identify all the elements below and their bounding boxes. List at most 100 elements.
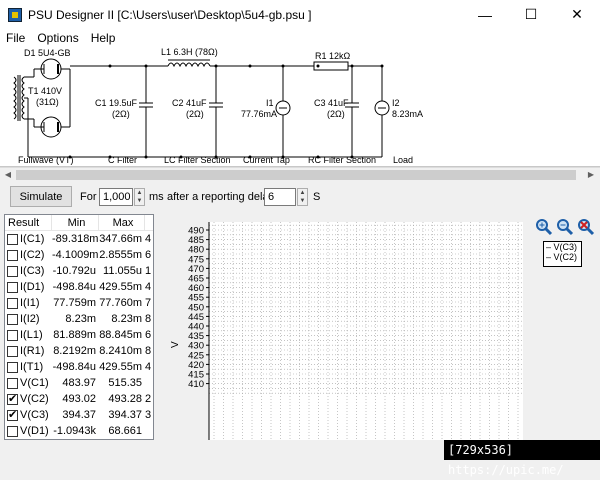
close-button[interactable]: ✕	[554, 0, 600, 29]
label-c1-res: (2Ω)	[112, 109, 130, 119]
row-extra: 3	[145, 409, 152, 421]
row-extra: 6	[145, 249, 152, 261]
row-max: 8.2410m	[99, 345, 142, 357]
row-max: 68.661	[108, 425, 142, 437]
row-extra: 7	[145, 297, 152, 309]
zoom-out-icon[interactable]	[556, 218, 574, 236]
row-extra: 6	[145, 329, 152, 341]
table-row[interactable]: I(I2) 8.23m 8.23m 8	[5, 311, 153, 327]
label-d1: D1 5U4-GB	[24, 48, 71, 58]
spin-down-icon[interactable]: ▼	[135, 197, 144, 205]
row-min: 483.97	[62, 377, 96, 389]
for-label: For	[80, 191, 97, 203]
label-c3-res: (2Ω)	[327, 109, 345, 119]
col-min[interactable]: Min	[52, 215, 99, 230]
row-checkbox[interactable]	[7, 233, 18, 245]
table-row[interactable]: V(C2) 493.02 493.282	[5, 391, 153, 407]
table-row[interactable]: I(R1) 8.2192m 8.2410m 8	[5, 343, 153, 359]
delay-spinner[interactable]: ▲ ▼	[297, 188, 308, 206]
delay-input[interactable]: 6	[264, 188, 296, 206]
row-min: -498.84u	[52, 281, 96, 293]
row-checkbox[interactable]	[7, 281, 18, 293]
row-min: 77.759m	[53, 297, 96, 309]
spin-down-icon[interactable]: ▼	[298, 197, 307, 205]
row-checkbox[interactable]	[7, 345, 18, 357]
zoom-in-icon[interactable]	[535, 218, 553, 236]
row-min: -4.1009m	[52, 249, 99, 261]
row-checkbox[interactable]	[7, 329, 18, 341]
row-extra: 2	[145, 393, 152, 405]
row-checkbox[interactable]	[7, 361, 18, 373]
label-c3: C3 41uF	[314, 98, 349, 108]
label-i1: I1	[266, 98, 274, 108]
watermark-badge: [729x536] https://upic.me/	[444, 440, 600, 477]
col-max[interactable]: Max	[99, 215, 145, 230]
menu-options[interactable]: Options	[31, 31, 84, 45]
table-row[interactable]: I(I1) 77.759m 77.760m 7	[5, 295, 153, 311]
table-row[interactable]: I(C1) -89.318m 347.66m 4	[5, 231, 153, 247]
label-i2-value: 8.23mA	[392, 109, 423, 119]
row-name: I(C2)	[20, 249, 45, 261]
row-checkbox[interactable]	[7, 297, 18, 309]
row-name: I(D1)	[20, 281, 45, 293]
scroll-right-icon[interactable]: ▶	[584, 169, 598, 181]
table-row[interactable]: I(D1) -498.84u 429.55m 4	[5, 279, 153, 295]
label-t1-res: (31Ω)	[36, 97, 59, 107]
row-min: -1.0943k	[53, 425, 96, 437]
spin-up-icon[interactable]: ▲	[135, 189, 144, 197]
zoom-reset-icon[interactable]	[577, 218, 595, 236]
inductor-symbol	[167, 62, 211, 68]
row-max: 515.35	[108, 377, 142, 389]
row-checkbox[interactable]	[7, 265, 18, 277]
row-min: 81.889m	[53, 329, 96, 341]
row-checkbox[interactable]	[7, 392, 18, 405]
section-fullwave: Fullwave (VT)	[18, 155, 74, 165]
row-checkbox[interactable]	[7, 313, 18, 325]
row-max: 493.28	[108, 393, 142, 405]
section-rc-filter: RC Filter Section	[308, 155, 376, 165]
row-checkbox[interactable]	[7, 249, 18, 261]
row-max: 8.23m	[111, 313, 142, 325]
row-checkbox[interactable]	[7, 377, 18, 389]
scroll-thumb[interactable]	[16, 170, 576, 180]
menu-file[interactable]: File	[0, 31, 31, 45]
label-t1: T1 410V	[28, 86, 62, 96]
table-row[interactable]: V(C1) 483.97 515.35	[5, 375, 153, 391]
row-max: 88.845m	[99, 329, 142, 341]
minimize-button[interactable]: —	[462, 0, 508, 29]
row-min: -10.792u	[52, 265, 96, 277]
row-checkbox[interactable]	[7, 408, 18, 421]
table-row[interactable]: I(C2) -4.1009m 2.8555m 6	[5, 247, 153, 263]
schematic-hscrollbar[interactable]: ◀ ▶	[0, 167, 600, 181]
row-max: 429.55m	[99, 281, 142, 293]
duration-spinner[interactable]: ▲ ▼	[134, 188, 145, 206]
table-row[interactable]: I(L1) 81.889m 88.845m 6	[5, 327, 153, 343]
label-l1: L1 6.3H (78Ω)	[161, 47, 218, 57]
row-name: V(C2)	[20, 393, 49, 405]
table-row[interactable]: I(C3) -10.792u 11.055u 1	[5, 263, 153, 279]
voltage-chart[interactable]: 4904854804754704654604554504454404354304…	[160, 214, 600, 440]
row-checkbox[interactable]	[7, 425, 18, 437]
row-min: 8.2192m	[53, 345, 96, 357]
section-lc-filter: LC Filter Section	[164, 155, 231, 165]
simulate-button[interactable]: Simulate	[10, 186, 72, 207]
s-label: S	[313, 191, 321, 203]
results-list[interactable]: Result Min Max I(C1) -89.318m 347.66m 4 I(C2…	[4, 214, 154, 440]
schematic-canvas[interactable]: D1 5U4-GB T1 410V (31Ω) L1 6.3H (78Ω) R1…	[0, 47, 600, 167]
maximize-button[interactable]: ☐	[508, 0, 554, 29]
table-row[interactable]: V(D1) -1.0943k 68.661	[5, 423, 153, 439]
table-row[interactable]: V(C3)394.37394.373	[5, 407, 153, 423]
legend-item-vc3: – V(C3)	[546, 242, 578, 252]
row-extra: 8	[145, 345, 152, 357]
label-c2-res: (2Ω)	[186, 109, 204, 119]
row-name: V(C3)	[20, 409, 49, 421]
menu-help[interactable]: Help	[85, 31, 122, 45]
scroll-left-icon[interactable]: ◀	[1, 169, 15, 181]
duration-input[interactable]: 1,000	[99, 188, 133, 206]
row-name: I(T1)	[20, 361, 44, 373]
table-row[interactable]: I(T1) -498.84u 429.55m 4	[5, 359, 153, 375]
spin-up-icon[interactable]: ▲	[298, 189, 307, 197]
table-row[interactable]: V(I1)493.00493.262	[5, 439, 153, 440]
legend-item-vc2: – V(C2)	[546, 252, 578, 262]
col-result[interactable]: Result	[5, 215, 52, 230]
